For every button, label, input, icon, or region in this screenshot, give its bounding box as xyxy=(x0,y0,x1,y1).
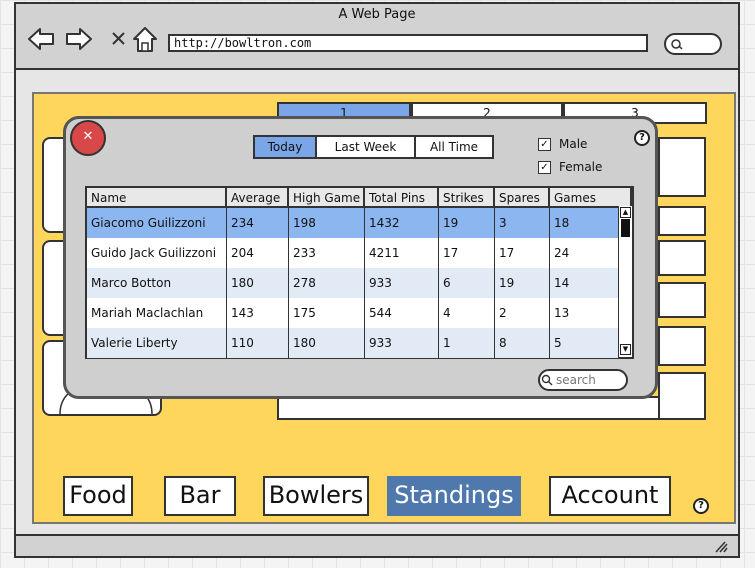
search-icon xyxy=(541,374,553,386)
browser-statusbar xyxy=(16,534,738,556)
cell-total-pins: 4211 xyxy=(365,238,439,268)
column-header-strikes[interactable]: Strikes xyxy=(439,188,495,208)
table-row[interactable]: Guido Jack Guilizzoni 204 233 4211 17 17… xyxy=(87,238,618,268)
cell-games: 13 xyxy=(554,306,570,320)
table-row[interactable]: Giacomo Guilizzoni 234 198 1432 19 3 18 xyxy=(87,208,618,238)
cell-high-game: 175 xyxy=(289,298,365,328)
cell-spares: 19 xyxy=(495,268,550,298)
cell-spares: 17 xyxy=(495,238,550,268)
cell-total-pins: 933 xyxy=(365,328,439,358)
cell-name: Giacomo Guilizzoni xyxy=(87,208,227,238)
scroll-down-icon[interactable]: ▼ xyxy=(620,344,631,355)
cell-high-game: 180 xyxy=(289,328,365,358)
cell-strikes: 4 xyxy=(439,298,495,328)
browser-search[interactable] xyxy=(664,33,722,55)
period-all-time-button[interactable]: All Time xyxy=(414,135,494,159)
background-card xyxy=(658,206,706,236)
background-card xyxy=(658,372,706,420)
column-header-name[interactable]: Name xyxy=(87,188,227,208)
filter-female[interactable]: ✓ Female xyxy=(538,159,602,177)
nav-account-button[interactable]: Account xyxy=(549,476,671,516)
nav-bar-button[interactable]: Bar xyxy=(164,476,236,516)
cell-games: 14 xyxy=(554,276,570,290)
cell-strikes: 6 xyxy=(439,268,495,298)
home-icon[interactable] xyxy=(130,24,160,54)
column-header-average[interactable]: Average xyxy=(227,188,289,208)
cell-strikes: 1 xyxy=(439,328,495,358)
standings-table: Name Average High Game Total Pins Strike… xyxy=(85,186,634,359)
nav-bowlers-button[interactable]: Bowlers xyxy=(263,476,369,516)
cell-games: 5 xyxy=(554,336,562,350)
scroll-thumb[interactable] xyxy=(621,219,630,237)
cell-average: 143 xyxy=(227,298,289,328)
search-icon xyxy=(671,39,683,50)
filter-male-label: Male xyxy=(559,137,588,151)
cell-high-game: 233 xyxy=(289,238,365,268)
cell-games: 18 xyxy=(554,216,570,230)
cell-strikes: 19 xyxy=(439,208,495,238)
forward-arrow-icon[interactable] xyxy=(64,24,94,54)
nav-standings-button[interactable]: Standings xyxy=(387,476,521,516)
cell-name: Marco Botton xyxy=(87,268,227,298)
period-last-week-button[interactable]: Last Week xyxy=(315,135,416,159)
column-header-total-pins[interactable]: Total Pins xyxy=(365,188,439,208)
column-header-high-game[interactable]: High Game xyxy=(289,188,365,208)
period-today-button[interactable]: Today xyxy=(253,135,317,159)
background-card xyxy=(658,137,706,197)
app-help-icon[interactable]: ? xyxy=(693,498,709,514)
table-row[interactable]: Valerie Liberty 110 180 933 1 8 5 xyxy=(87,328,618,358)
back-arrow-icon[interactable] xyxy=(26,24,56,54)
cell-average: 204 xyxy=(227,238,289,268)
cell-name: Valerie Liberty xyxy=(87,328,227,358)
cell-spares: 8 xyxy=(495,328,550,358)
url-bar[interactable]: http://bowltron.com xyxy=(168,34,648,52)
background-card xyxy=(658,282,706,318)
column-header-games[interactable]: Games xyxy=(550,188,632,208)
background-card xyxy=(658,240,706,276)
background-card xyxy=(277,396,671,420)
column-header-spares[interactable]: Spares xyxy=(495,188,550,208)
close-modal-button[interactable]: ✕ xyxy=(70,120,106,156)
browser-titlebar: A Web Page http://bowltron.com xyxy=(16,4,738,70)
checkbox-icon[interactable]: ✓ xyxy=(538,161,551,174)
cell-average: 234 xyxy=(227,208,289,238)
cell-average: 180 xyxy=(227,268,289,298)
table-row[interactable]: Marco Botton 180 278 933 6 19 14 xyxy=(87,268,618,298)
modal-help-icon[interactable]: ? xyxy=(634,130,650,146)
scroll-up-icon[interactable]: ▲ xyxy=(620,207,631,218)
cell-average: 110 xyxy=(227,328,289,358)
cell-high-game: 198 xyxy=(289,208,365,238)
table-scrollbar[interactable]: ▲ ▼ xyxy=(618,206,632,357)
cell-spares: 2 xyxy=(495,298,550,328)
page-title: A Web Page xyxy=(338,7,416,22)
cell-total-pins: 933 xyxy=(365,268,439,298)
checkbox-icon[interactable]: ✓ xyxy=(538,138,551,151)
cell-strikes: 17 xyxy=(439,238,495,268)
cell-spares: 3 xyxy=(495,208,550,238)
nav-food-button[interactable]: Food xyxy=(63,476,133,516)
background-card xyxy=(658,326,706,366)
cell-games: 24 xyxy=(554,246,570,260)
resize-grip-icon[interactable] xyxy=(712,539,728,553)
cell-name: Guido Jack Guilizzoni xyxy=(87,238,227,268)
cell-name: Mariah Maclachlan xyxy=(87,298,227,328)
filter-female-label: Female xyxy=(559,160,603,174)
filter-male[interactable]: ✓ Male xyxy=(538,136,587,154)
cell-total-pins: 1432 xyxy=(365,208,439,238)
cell-total-pins: 544 xyxy=(365,298,439,328)
table-row[interactable]: Mariah Maclachlan 143 175 544 4 2 13 xyxy=(87,298,618,328)
cell-high-game: 278 xyxy=(289,268,365,298)
